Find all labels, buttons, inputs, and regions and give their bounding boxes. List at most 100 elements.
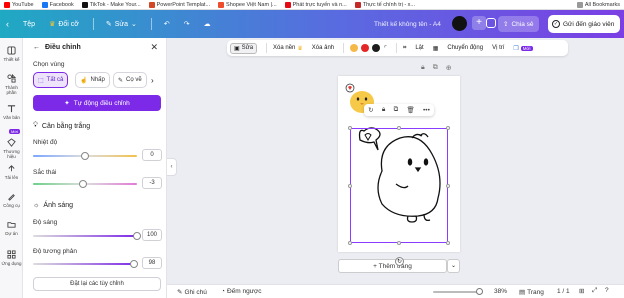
text-icon bbox=[7, 105, 16, 113]
trash-icon[interactable]: 🗑︎ bbox=[407, 106, 415, 114]
brightness-value[interactable]: 100 bbox=[142, 229, 162, 241]
close-icon[interactable]: ✕ bbox=[150, 42, 158, 53]
more-options-icon[interactable]: ••• bbox=[423, 107, 430, 114]
resize-handle-w[interactable] bbox=[348, 184, 352, 188]
share-button[interactable]: ⇪ Chia sẻ bbox=[498, 16, 539, 32]
resize-handle-se[interactable] bbox=[446, 241, 450, 245]
document-title[interactable]: Thiết kế không tên - A4 bbox=[374, 21, 441, 28]
file-menu[interactable]: Tệp bbox=[23, 21, 35, 28]
rail-item-uploads[interactable]: Tải lên bbox=[0, 164, 23, 180]
add-page-icon[interactable]: ⊕ bbox=[446, 64, 452, 72]
flip-button[interactable]: Lật bbox=[415, 45, 423, 51]
corner-rounding-button[interactable]: ⌜ bbox=[384, 45, 387, 52]
duplicate-page-icon[interactable]: ⧉ bbox=[433, 64, 438, 72]
chip-brush[interactable]: ✎ Cọ vẽ bbox=[113, 72, 147, 88]
add-page-options-button[interactable]: ⌄ bbox=[447, 259, 460, 273]
redo-button[interactable]: ↷ bbox=[184, 20, 190, 28]
duplicate-icon[interactable]: ⧉ bbox=[394, 106, 399, 114]
position-button[interactable]: Vị trí bbox=[492, 45, 504, 51]
lock-icon[interactable]: 🔒︎ bbox=[382, 106, 385, 114]
grid-view-icon[interactable]: ⊞ bbox=[579, 287, 584, 295]
fullscreen-icon[interactable]: ⤢ bbox=[592, 287, 597, 295]
temperature-slider[interactable] bbox=[33, 152, 137, 160]
resize-handle-s[interactable] bbox=[397, 241, 401, 245]
bookmark-youtube[interactable]: YouTube bbox=[4, 1, 34, 8]
lock-icon[interactable]: 🔒︎ bbox=[421, 64, 425, 72]
resize-handle-e[interactable] bbox=[446, 184, 450, 188]
auto-adjust-button[interactable]: ✦ Tự động điều chỉnh bbox=[33, 95, 161, 111]
bookmark-tiktok[interactable]: TikTok - Make Your... bbox=[81, 1, 141, 8]
chevron-right-icon[interactable]: › bbox=[151, 76, 154, 85]
rail-item-projects[interactable]: Dự án bbox=[0, 220, 23, 236]
rail-item-elements[interactable]: Thành phần bbox=[0, 74, 23, 95]
edit-image-button[interactable]: ▣ Sửa bbox=[230, 42, 258, 54]
undo-button[interactable]: ↶ bbox=[164, 20, 170, 28]
style-paint-button[interactable]: ❐ Mới bbox=[513, 45, 533, 52]
help-icon[interactable]: ? bbox=[605, 287, 609, 294]
rail-item-apps[interactable]: Ứng dụng bbox=[0, 250, 23, 266]
reset-adjustments-button[interactable]: Đặt lại các tùy chỉnh bbox=[33, 277, 161, 291]
crop-button[interactable]: ⌗ bbox=[403, 45, 406, 52]
resize-handle-ne[interactable] bbox=[446, 126, 450, 130]
rotate-icon: ↻ bbox=[396, 259, 403, 265]
selection-box[interactable] bbox=[350, 128, 448, 243]
rotate-icon[interactable]: ↻ bbox=[368, 106, 373, 114]
bookmark-netflix[interactable]: Phát trực tuyến và n... bbox=[284, 1, 347, 8]
home-button[interactable]: ‹ bbox=[6, 19, 9, 29]
bookmark-shopee[interactable]: Shopee Việt Nam |... bbox=[218, 1, 277, 8]
contrast-slider[interactable] bbox=[33, 260, 138, 268]
resize-handle-sw[interactable] bbox=[348, 241, 352, 245]
bookmark-facebook[interactable]: Facebook bbox=[41, 1, 74, 8]
chip-all[interactable]: ⬚ Tất cả bbox=[33, 72, 69, 88]
remove-bg-button[interactable]: Xóa nền ♛ bbox=[273, 45, 303, 52]
tint-value[interactable]: -3 bbox=[142, 177, 162, 189]
add-collaborator-button[interactable]: + bbox=[472, 16, 486, 30]
resize-button[interactable]: ♛ Đổi cỡ bbox=[49, 20, 79, 29]
zoom-slider-thumb[interactable] bbox=[475, 288, 483, 295]
pages-button[interactable]: ▤ Trang bbox=[519, 288, 544, 297]
rail-item-brand[interactable]: Thương hiệu bbox=[0, 138, 23, 159]
back-arrow-icon[interactable]: ← bbox=[33, 44, 40, 51]
all-bookmarks[interactable]: All Bookmarks bbox=[576, 1, 620, 8]
color-swatch[interactable] bbox=[372, 44, 381, 52]
notes-button[interactable]: ✎ Ghi chú bbox=[177, 288, 207, 297]
side-rail: Thiết kế Thành phần Văn bản Thương hiệu … bbox=[0, 38, 23, 298]
undo-icon: ↶ bbox=[163, 21, 170, 28]
chip-click[interactable]: ☝ Nhấp bbox=[75, 72, 110, 88]
shapes-icon bbox=[7, 74, 16, 83]
redo-icon: ↷ bbox=[183, 21, 190, 28]
brightness-slider[interactable] bbox=[33, 232, 141, 240]
divider bbox=[92, 18, 94, 30]
zoom-slider[interactable] bbox=[433, 291, 481, 293]
transparency-button[interactable]: ▦ bbox=[433, 45, 439, 52]
resize-handle-nw[interactable] bbox=[348, 126, 352, 130]
color-swatch[interactable] bbox=[361, 44, 370, 52]
temperature-value[interactable]: 0 bbox=[142, 149, 162, 161]
rail-item-design[interactable]: Thiết kế bbox=[0, 46, 23, 62]
resize-handle-n[interactable] bbox=[397, 126, 401, 130]
avatar[interactable] bbox=[452, 16, 467, 31]
rail-item-text[interactable]: Văn bản bbox=[0, 104, 23, 120]
cloud-save-status[interactable]: ☁ bbox=[204, 20, 211, 28]
add-page-button[interactable]: + Thêm trang bbox=[338, 259, 447, 273]
color-swatch[interactable] bbox=[350, 44, 359, 52]
edit-mode-button[interactable]: ✎ Sửa ⌄ bbox=[106, 20, 137, 29]
contrast-thumb[interactable] bbox=[129, 260, 138, 268]
brightness-thumb[interactable] bbox=[133, 232, 141, 240]
bookmark-powerpoint[interactable]: PowerPoint Templat... bbox=[148, 1, 210, 8]
timer-button[interactable]: ◔ Đếm ngược bbox=[221, 288, 262, 295]
temperature-thumb[interactable] bbox=[81, 152, 89, 160]
send-to-teacher-button[interactable]: ✓ Gửi đến giáo viên bbox=[548, 15, 620, 33]
light-section: ☼ Ánh sáng bbox=[33, 202, 74, 209]
rail-item-tools[interactable]: Công cụ bbox=[0, 192, 23, 208]
contrast-value[interactable]: 98 bbox=[142, 257, 162, 269]
bookmark-politics[interactable]: Thực tế chính trị - x... bbox=[354, 1, 415, 8]
collapse-panel-button[interactable]: ‹ bbox=[167, 158, 177, 176]
tint-thumb[interactable] bbox=[78, 180, 87, 188]
animate-button[interactable]: Chuyển động bbox=[447, 45, 483, 51]
delete-image-button[interactable]: Xóa ảnh bbox=[312, 45, 334, 51]
rotate-handle[interactable]: ↻ bbox=[395, 257, 404, 266]
comment-icon[interactable] bbox=[486, 18, 496, 28]
tint-slider[interactable] bbox=[33, 180, 137, 188]
zoom-value[interactable]: 38% bbox=[494, 288, 507, 295]
